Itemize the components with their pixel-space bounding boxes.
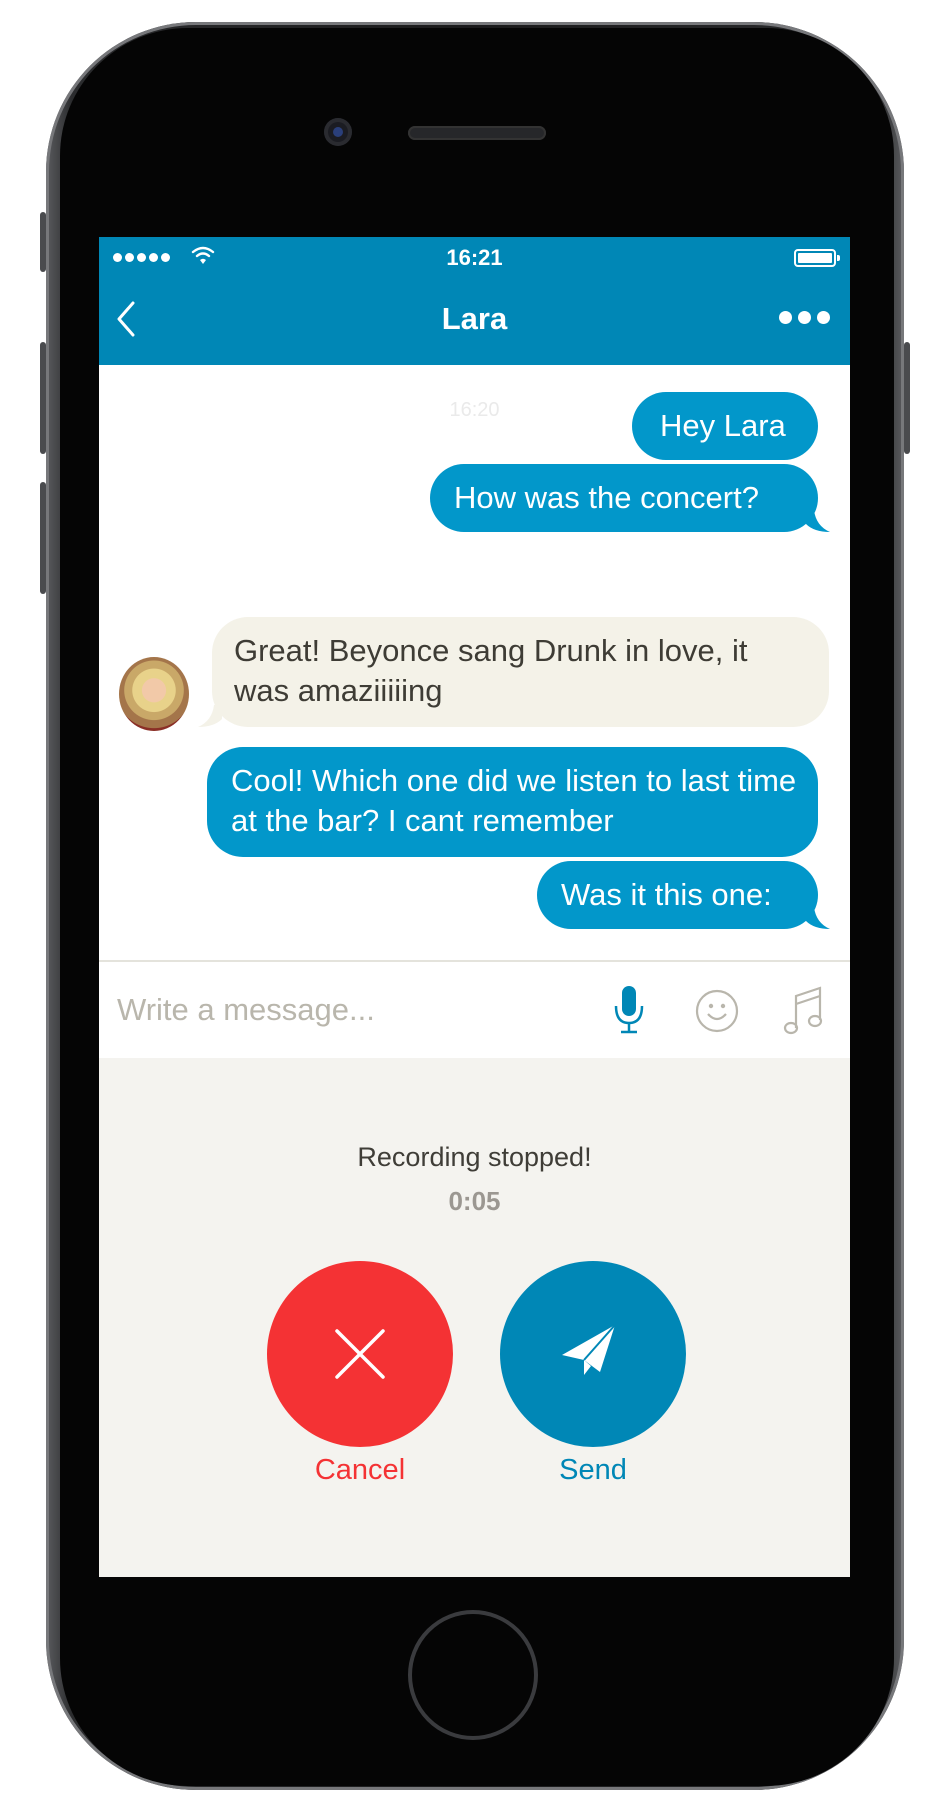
recording-duration: 0:05 <box>448 1186 501 1216</box>
microphone-icon[interactable] <box>606 984 652 1036</box>
status-bar: 16:21 <box>99 237 850 277</box>
voice-recording-panel: Recording stopped! 0:05 Cancel Send <box>99 1058 850 1577</box>
message-bubble-incoming[interactable]: Great! Beyonce sang Drunk in love, it wa… <box>198 617 829 727</box>
message-bubble-outgoing[interactable]: Hey Lara <box>632 392 818 460</box>
close-icon <box>335 1329 385 1379</box>
message-text: Cool! Which one did we listen to last ti… <box>231 763 797 838</box>
emoji-icon[interactable] <box>694 984 740 1036</box>
battery-icon <box>794 249 840 267</box>
recording-status: Recording stopped! <box>357 1142 592 1172</box>
cancel-recording-button[interactable] <box>267 1261 453 1447</box>
message-bubble-outgoing[interactable]: How was the concert? <box>430 464 830 532</box>
contact-avatar[interactable] <box>119 657 189 731</box>
power-button <box>904 342 910 454</box>
bubble-tail <box>806 907 830 929</box>
volume-down-button <box>40 482 46 594</box>
bubble-tail <box>198 705 222 727</box>
cancel-label[interactable]: Cancel <box>260 1454 460 1487</box>
front-camera <box>324 118 352 146</box>
message-text: How was the concert? <box>454 480 759 515</box>
bubble-tail <box>806 510 830 532</box>
chat-screen: 16:21 Lara 16:20 Hey Lara How was the co… <box>99 237 850 1577</box>
message-bubble-outgoing[interactable]: Cool! Which one did we listen to last ti… <box>207 747 818 857</box>
message-text: Hey Lara <box>660 408 786 443</box>
volume-up-button <box>40 342 46 454</box>
music-note-icon[interactable] <box>782 984 828 1036</box>
home-button[interactable] <box>408 1610 538 1740</box>
send-label[interactable]: Send <box>493 1454 693 1487</box>
earpiece-speaker <box>408 126 546 140</box>
message-input[interactable] <box>115 984 579 1036</box>
contact-name-title: Lara <box>441 301 508 336</box>
more-horizontal-icon[interactable] <box>779 311 830 324</box>
send-recording-button[interactable] <box>500 1261 686 1447</box>
message-bubble-outgoing[interactable]: Was it this one: <box>537 861 830 929</box>
message-composer <box>99 960 850 1060</box>
message-text: Was it this one: <box>561 877 772 912</box>
paper-plane-icon <box>562 1324 616 1375</box>
status-time: 16:21 <box>446 245 503 270</box>
message-text: Great! Beyonce sang Drunk in love, it wa… <box>234 633 748 708</box>
mute-switch <box>40 212 46 272</box>
navigation-bar: 16:21 Lara <box>99 237 850 365</box>
